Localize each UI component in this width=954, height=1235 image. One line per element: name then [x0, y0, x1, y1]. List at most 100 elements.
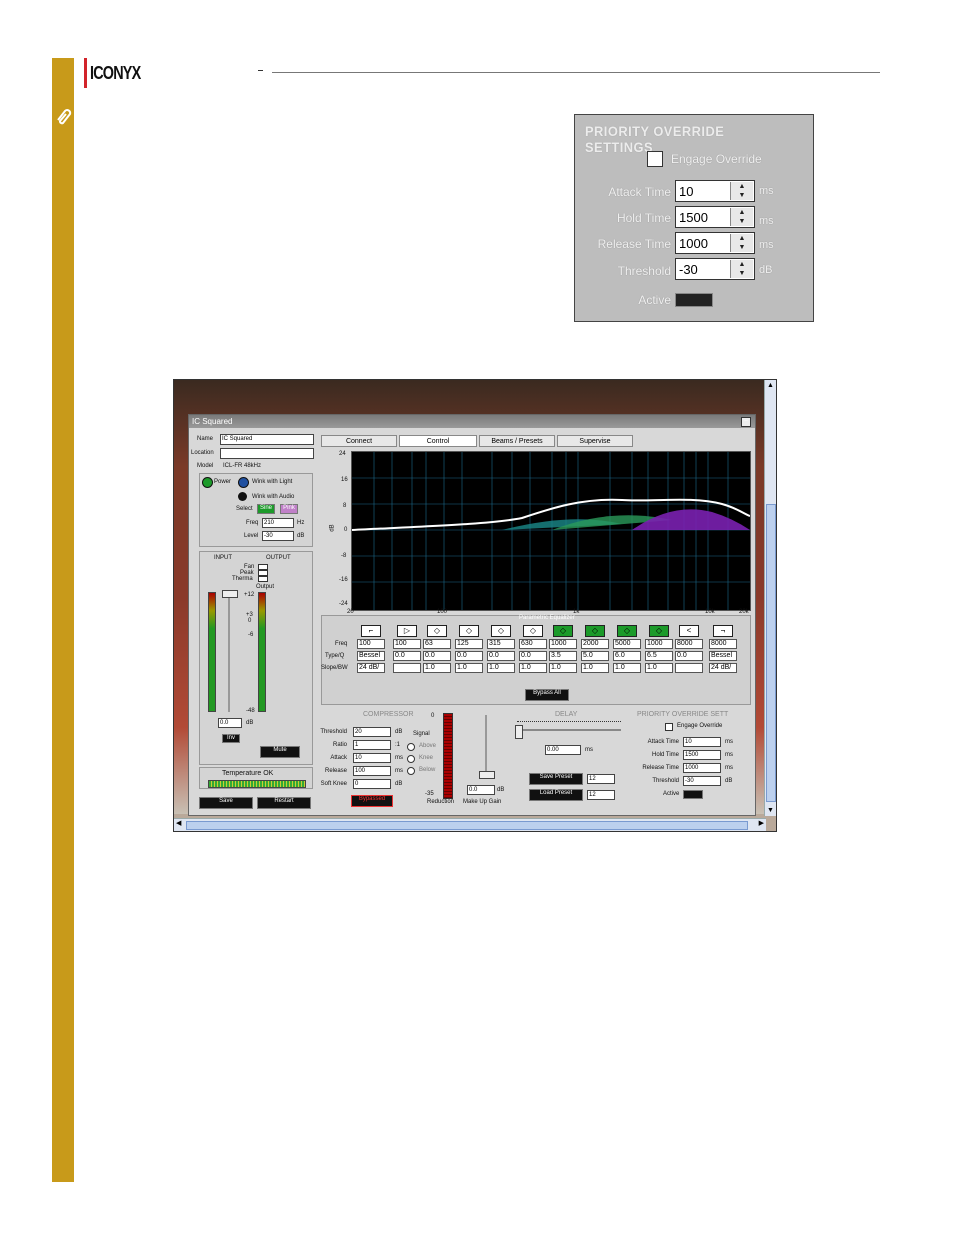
eq-band-2-button[interactable]: ▷	[397, 625, 417, 637]
eq-band-4-q[interactable]: 0.0	[455, 651, 483, 661]
eq-band-1-slope[interactable]: 24 dB/	[357, 663, 385, 673]
eq-band-7-button[interactable]: ◇	[553, 625, 573, 637]
eq-band-10-button[interactable]: ◇	[649, 625, 669, 637]
bypass-all-button[interactable]: Bypass All	[525, 689, 569, 701]
eq-band-2-q[interactable]: 0.0	[393, 651, 421, 661]
horizontal-scroll-thumb[interactable]	[186, 821, 748, 830]
gain-field[interactable]: 0.0	[218, 718, 242, 728]
name-field[interactable]: IC Squared	[220, 434, 314, 445]
eq-band-11-slope[interactable]	[675, 663, 703, 673]
pov-small-1-field[interactable]: 1500	[683, 750, 721, 760]
eq-band-8-q[interactable]: 5.0	[581, 651, 609, 661]
eq-band-4-slope[interactable]: 1.0	[455, 663, 483, 673]
eq-band-3-slope[interactable]: 1.0	[423, 663, 451, 673]
eq-band-6-freq[interactable]: 630	[519, 639, 547, 649]
power-icon[interactable]	[202, 477, 213, 488]
eq-band-8-button[interactable]: ◇	[585, 625, 605, 637]
below-radio[interactable]	[407, 767, 415, 775]
tab-supervise[interactable]: Supervise	[557, 435, 633, 447]
attack-time-input[interactable]: 10 ▲ ▼	[675, 180, 755, 202]
horizontal-scrollbar[interactable]: ◀ ▶	[174, 818, 766, 831]
bypassed-button[interactable]: Bypassed	[351, 795, 393, 807]
eq-band-4-freq[interactable]: 125	[455, 639, 483, 649]
scroll-right-icon[interactable]: ▶	[759, 819, 764, 827]
delay-slider-thumb[interactable]	[515, 725, 523, 739]
eq-band-5-slope[interactable]: 1.0	[487, 663, 515, 673]
load-preset-number[interactable]: 12	[587, 790, 615, 800]
scroll-down-icon[interactable]: ▼	[767, 807, 774, 814]
tab-control[interactable]: Control	[399, 435, 477, 447]
vertical-scrollbar[interactable]: ▲ ▼	[764, 380, 776, 816]
eq-band-6-slope[interactable]: 1.0	[519, 663, 547, 673]
pov-small-engage-checkbox[interactable]	[665, 723, 673, 731]
eq-band-9-freq[interactable]: 5000	[613, 639, 641, 649]
pink-button[interactable]: Pink	[280, 504, 298, 514]
level-field[interactable]: -30	[262, 531, 294, 541]
knee-radio[interactable]	[407, 755, 415, 763]
compressor-2-field[interactable]: 10	[353, 753, 391, 763]
eq-band-8-freq[interactable]: 2000	[581, 639, 609, 649]
release-time-input[interactable]: 1000 ▲ ▼	[675, 232, 755, 254]
invert-button[interactable]: Inv	[222, 734, 240, 743]
pov-small-3-field[interactable]: -30	[683, 776, 721, 786]
gain-slider-thumb[interactable]	[222, 590, 238, 598]
eq-band-10-slope[interactable]: 1.0	[645, 663, 673, 673]
sine-button[interactable]: Sine	[257, 504, 275, 514]
eq-band-1-freq[interactable]: 100	[357, 639, 385, 649]
eq-band-11-freq[interactable]: 8000	[675, 639, 703, 649]
compressor-3-field[interactable]: 100	[353, 766, 391, 776]
eq-band-6-button[interactable]: ◇	[523, 625, 543, 637]
eq-band-5-freq[interactable]: 315	[487, 639, 515, 649]
eq-band-7-slope[interactable]: 1.0	[549, 663, 577, 673]
eq-band-7-freq[interactable]: 1000	[549, 639, 577, 649]
tab-beams-presets[interactable]: Beams / Presets	[479, 435, 555, 447]
freq-field[interactable]: 210	[262, 518, 294, 528]
eq-band-12-freq[interactable]: 8000	[709, 639, 737, 649]
eq-band-9-button[interactable]: ◇	[617, 625, 637, 637]
pov-small-0-field[interactable]: 10	[683, 737, 721, 747]
eq-band-10-freq[interactable]: 1000	[645, 639, 673, 649]
threshold-input[interactable]: -30 ▲ ▼	[675, 258, 755, 280]
eq-band-12-button[interactable]: ¬	[713, 625, 733, 637]
scroll-up-icon[interactable]: ▲	[767, 382, 774, 389]
engage-override-checkbox[interactable]	[647, 151, 663, 167]
makeup-slider-thumb[interactable]	[479, 771, 495, 779]
delay-field[interactable]: 0.00	[545, 745, 581, 755]
eq-band-11-q[interactable]: 0.0	[675, 651, 703, 661]
hold-time-input[interactable]: 1500 ▲ ▼	[675, 206, 755, 228]
eq-band-8-slope[interactable]: 1.0	[581, 663, 609, 673]
eq-band-3-button[interactable]: ◇	[427, 625, 447, 637]
eq-band-3-freq[interactable]: 63	[423, 639, 451, 649]
eq-band-5-button[interactable]: ◇	[491, 625, 511, 637]
wink-audio-icon[interactable]	[238, 492, 247, 501]
mute-button[interactable]: Mute	[260, 746, 300, 758]
eq-band-1-button[interactable]: ⌐	[361, 625, 381, 637]
minimize-button[interactable]: –	[741, 417, 751, 427]
load-preset-button[interactable]: Load Preset	[529, 789, 583, 801]
eq-band-12-q[interactable]: Bessel	[709, 651, 737, 661]
eq-band-9-q[interactable]: 6.0	[613, 651, 641, 661]
eq-band-4-button[interactable]: ◇	[459, 625, 479, 637]
eq-band-5-q[interactable]: 0.0	[487, 651, 515, 661]
attack-time-spinner[interactable]: ▲ ▼	[730, 182, 753, 200]
compressor-0-field[interactable]: 20	[353, 727, 391, 737]
eq-band-3-q[interactable]: 0.0	[423, 651, 451, 661]
restart-button[interactable]: Restart	[257, 797, 311, 809]
eq-band-9-slope[interactable]: 1.0	[613, 663, 641, 673]
hold-time-spinner[interactable]: ▲ ▼	[730, 208, 753, 226]
location-field[interactable]	[220, 448, 314, 459]
eq-band-6-q[interactable]: 0.0	[519, 651, 547, 661]
save-preset-button[interactable]: Save Preset	[529, 773, 583, 785]
makeup-field[interactable]: 0.0	[467, 785, 495, 795]
eq-band-2-freq[interactable]: 100	[393, 639, 421, 649]
eq-band-2-slope[interactable]	[393, 663, 421, 673]
save-button[interactable]: Save	[199, 797, 253, 809]
tab-connect[interactable]: Connect	[321, 435, 397, 447]
compressor-4-field[interactable]: 0	[353, 779, 391, 789]
eq-band-12-slope[interactable]: 24 dB/	[709, 663, 737, 673]
pov-small-2-field[interactable]: 1000	[683, 763, 721, 773]
threshold-spinner[interactable]: ▲ ▼	[730, 260, 753, 278]
vertical-scroll-thumb[interactable]	[766, 504, 776, 802]
eq-band-1-q[interactable]: Bessel	[357, 651, 385, 661]
eq-band-11-button[interactable]: <	[679, 625, 699, 637]
